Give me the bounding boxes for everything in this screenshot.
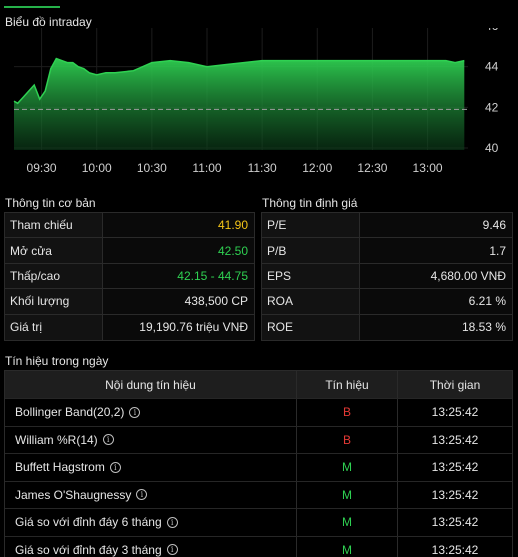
- valuation-row: ROA 6.21 %: [262, 289, 512, 315]
- y-tick-label: 42: [485, 100, 499, 114]
- header-time: Thời gian: [429, 377, 481, 392]
- valuation-value: 6.21 %: [360, 289, 512, 314]
- signal-content: James O'Shaugnessy: [15, 487, 132, 502]
- intraday-chart: 46 44 42 40 09:30 10:00 10:30 11:00 11:30 12:00 12…: [0, 28, 518, 178]
- y-tick-label: 40: [485, 141, 499, 155]
- y-tick-label: 44: [485, 60, 499, 74]
- valuation-value: 4,680.00 VNĐ: [360, 263, 512, 289]
- signal-row: James O'Shaugnessy i M 13:25:42: [5, 480, 512, 508]
- fundamental-row: Giá trị 19,190.76 triệu VNĐ: [5, 314, 254, 340]
- valuation-table: P/E 9.46 P/B 1.7 EPS 4,680.00 VNĐ ROA 6.21 % ROE…: [261, 212, 513, 341]
- fundamental-value: 42.15 - 44.75: [103, 263, 254, 289]
- fundamental-table: Tham chiếu 41.90 Mở cửa 42.50 Thấp/cao 42.15 …: [4, 212, 255, 341]
- info-icon[interactable]: i: [136, 489, 148, 501]
- fundamental-row: Khối lượng 438,500 CP: [5, 289, 254, 315]
- fundamental-row: Tham chiếu 41.90: [5, 213, 254, 239]
- header-signal: Tín hiệu: [297, 371, 398, 398]
- y-tick-label: 46: [485, 28, 499, 33]
- x-tick-label: 11:00: [192, 161, 221, 175]
- valuation-label: P/E: [262, 213, 360, 238]
- signal-value: M: [297, 481, 398, 508]
- signal-content-cell: Buffett Hagstrom i: [5, 454, 297, 481]
- fundamental-title: Thông tin cơ bản: [5, 196, 96, 210]
- fundamental-label: Mở cửa: [5, 238, 103, 263]
- fundamental-row: Thấp/cao 42.15 - 44.75: [5, 263, 254, 290]
- x-tick-label: 10:30: [137, 161, 167, 175]
- header-content: Nội dung tín hiệu: [5, 371, 297, 398]
- valuation-value: 18.53 %: [360, 314, 512, 340]
- signal-content-cell: Giá so với đỉnh đáy 3 tháng i: [5, 536, 297, 557]
- signal-content: Giá so với đỉnh đáy 6 tháng: [15, 515, 162, 530]
- fundamental-row: Mở cửa 42.50: [5, 238, 254, 264]
- signals-title: Tín hiệu trong ngày: [5, 354, 109, 368]
- fundamental-label: Thấp/cao: [5, 263, 103, 289]
- signal-row: Buffett Hagstrom i M 13:25:42: [5, 453, 512, 481]
- valuation-label: P/B: [262, 238, 360, 263]
- valuation-row: EPS 4,680.00 VNĐ: [262, 263, 512, 290]
- signal-content-cell: Bollinger Band(20,2) i: [5, 399, 297, 426]
- x-tick-label: 10:00: [82, 161, 112, 175]
- valuation-row: ROE 18.53 %: [262, 314, 512, 340]
- signal-content: William %R(14): [15, 432, 98, 447]
- x-tick-label: 11:30: [248, 161, 277, 175]
- info-icon[interactable]: i: [102, 434, 114, 446]
- x-tick-label: 09:30: [27, 161, 57, 175]
- fundamental-value: 42.50: [103, 238, 254, 263]
- signal-time: 13:25:42: [431, 460, 479, 475]
- fundamental-label: Tham chiếu: [5, 213, 103, 238]
- info-icon[interactable]: i: [166, 544, 178, 556]
- signal-time: 13:25:42: [431, 405, 479, 420]
- valuation-label: ROA: [262, 289, 360, 314]
- signal-content: Giá so với đỉnh đáy 3 tháng: [15, 542, 162, 557]
- valuation-value: 1.7: [360, 238, 512, 263]
- signals-table: Nội dung tín hiệu Tín hiệu Thời gian Bol…: [4, 370, 513, 557]
- x-tick-label: 12:00: [302, 161, 332, 175]
- valuation-label: ROE: [262, 314, 360, 340]
- fundamental-label: Khối lượng: [5, 289, 103, 314]
- fundamental-label: Giá trị: [5, 314, 103, 340]
- signal-content-cell: William %R(14) i: [5, 426, 297, 453]
- x-tick-label: 12:30: [357, 161, 387, 175]
- signal-value: M: [297, 454, 398, 481]
- signal-content-cell: Giá so với đỉnh đáy 6 tháng i: [5, 509, 297, 536]
- signal-time: 13:25:42: [431, 432, 479, 447]
- info-icon[interactable]: i: [129, 406, 141, 418]
- signal-time: 13:25:42: [431, 515, 479, 530]
- signal-value: M: [297, 536, 398, 557]
- signal-content: Buffett Hagstrom: [15, 460, 105, 475]
- signal-time: 13:25:42: [431, 487, 479, 502]
- info-icon[interactable]: i: [166, 516, 178, 528]
- signal-row: Giá so với đỉnh đáy 3 tháng i M 13:25:42: [5, 535, 512, 557]
- signal-row: Giá so với đỉnh đáy 6 tháng i M 13:25:42: [5, 508, 512, 536]
- valuation-row: P/B 1.7: [262, 238, 512, 264]
- signal-content: Bollinger Band(20,2): [15, 405, 125, 420]
- signal-content-cell: James O'Shaugnessy i: [5, 481, 297, 508]
- signal-row: Bollinger Band(20,2) i B 13:25:42: [5, 398, 512, 426]
- valuation-row: P/E 9.46: [262, 213, 512, 239]
- x-tick-label: 13:00: [413, 161, 443, 175]
- fundamental-value: 19,190.76 triệu VNĐ: [103, 314, 254, 340]
- signal-row: William %R(14) i B 13:25:42: [5, 425, 512, 453]
- valuation-title: Thông tin định giá: [262, 196, 358, 210]
- valuation-label: EPS: [262, 263, 360, 289]
- fundamental-value: 41.90: [103, 213, 254, 238]
- tab-active-indicator: [4, 6, 60, 8]
- signal-value: B: [297, 399, 398, 426]
- valuation-value: 9.46: [360, 213, 512, 238]
- info-icon[interactable]: i: [109, 461, 121, 473]
- price-area: [14, 58, 465, 150]
- signal-time: 13:25:42: [431, 542, 479, 557]
- signal-value: M: [297, 509, 398, 536]
- signals-header-row: Nội dung tín hiệu Tín hiệu Thời gian: [5, 371, 512, 398]
- intraday-title: Biểu đồ intraday: [5, 15, 92, 29]
- signal-value: B: [297, 426, 398, 453]
- fundamental-value: 438,500 CP: [103, 289, 254, 314]
- intraday-chart-svg: 46 44 42 40 09:30 10:00 10:30 11:00 11:30 12:00 12…: [13, 28, 499, 175]
